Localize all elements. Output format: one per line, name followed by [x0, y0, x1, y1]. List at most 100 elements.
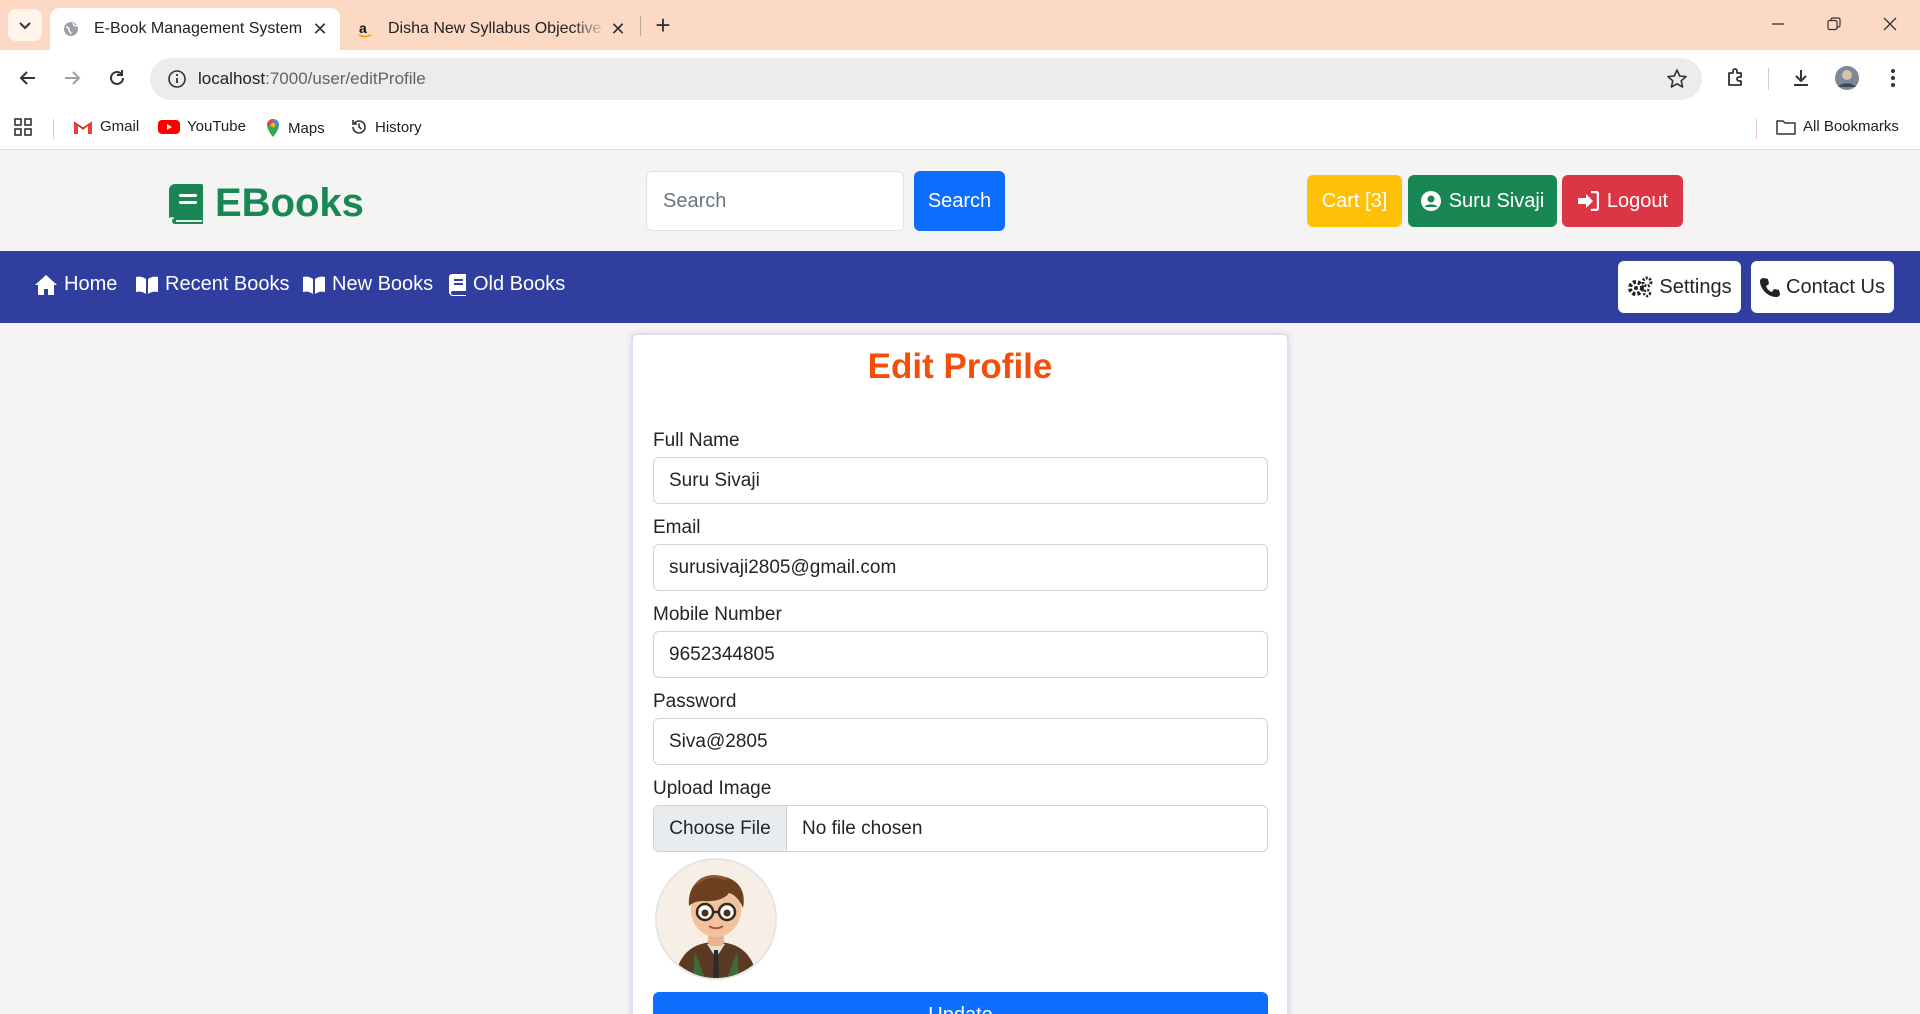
password-field[interactable]: Siva@2805	[653, 718, 1268, 765]
browser-tabstrip: E-Book Management System ✕ a Disha New S…	[0, 0, 1920, 50]
logout-button[interactable]: Logout	[1562, 175, 1683, 227]
menu-kebab-icon[interactable]	[1878, 63, 1908, 93]
search-input[interactable]	[646, 171, 904, 231]
main-navbar: Home Recent Books New Books Old Books Se…	[0, 251, 1920, 323]
folder-icon	[1776, 119, 1796, 135]
globe-icon	[62, 20, 80, 38]
sign-in-arrow-icon	[1577, 191, 1599, 211]
tab-ebook-management[interactable]: E-Book Management System ✕	[50, 8, 340, 50]
nav-recent-books[interactable]: Recent Books	[135, 273, 290, 296]
upload-image-label: Upload Image	[653, 778, 772, 799]
bookmark-label: Gmail	[100, 118, 140, 135]
minimize-button[interactable]	[1750, 0, 1806, 48]
forward-button[interactable]	[56, 62, 88, 94]
back-button[interactable]	[12, 62, 44, 94]
close-tab-icon[interactable]: ✕	[308, 17, 332, 41]
contact-us-button[interactable]: Contact Us	[1751, 261, 1894, 313]
minimize-icon	[1772, 23, 1784, 25]
close-icon	[1883, 17, 1897, 31]
all-bookmarks-button[interactable]: All Bookmarks	[1776, 118, 1899, 135]
bookmark-label: History	[375, 118, 422, 136]
reload-button[interactable]	[101, 62, 133, 94]
update-button[interactable]: Update	[653, 992, 1268, 1014]
nav-home[interactable]: Home	[34, 273, 117, 296]
book-icon	[449, 273, 466, 296]
history-icon	[352, 120, 366, 134]
chevron-down-icon	[19, 22, 31, 30]
extensions-icon[interactable]	[1721, 63, 1751, 93]
restore-button[interactable]	[1806, 0, 1862, 48]
contact-label: Contact Us	[1786, 275, 1885, 298]
page-title: Edit Profile	[867, 347, 1053, 386]
bookmark-separator	[1756, 119, 1757, 139]
nav-label: New Books	[332, 273, 434, 295]
gmail-icon	[73, 121, 93, 134]
cart-button[interactable]: Cart [3]	[1307, 175, 1402, 227]
mobile-field[interactable]: 9652344805	[653, 631, 1268, 678]
browser-toolbar: localhost:7000/user/editProfile	[0, 50, 1920, 107]
apps-grid-button[interactable]	[14, 118, 32, 136]
search-button[interactable]: Search	[914, 171, 1005, 231]
choose-file-button[interactable]: Choose File	[654, 806, 787, 851]
url-path: :7000/user/editProfile	[265, 69, 426, 88]
home-icon	[35, 274, 57, 295]
bookmark-separator	[53, 119, 54, 139]
arrow-right-icon	[65, 71, 81, 85]
address-bar[interactable]: localhost:7000/user/editProfile	[150, 58, 1702, 100]
all-bookmarks-label: All Bookmarks	[1803, 118, 1899, 135]
site-logo[interactable]: EBooks	[169, 181, 364, 226]
bookmark-history[interactable]: History	[350, 118, 422, 136]
settings-button[interactable]: Settings	[1618, 261, 1741, 313]
settings-label: Settings	[1659, 275, 1732, 298]
youtube-icon	[158, 119, 180, 134]
fullname-field[interactable]: Suru Sivaji	[653, 457, 1268, 504]
arrow-left-icon	[19, 71, 35, 85]
tab-title: E-Book Management System	[94, 20, 303, 37]
image-file-input[interactable]: Choose File No file chosen	[653, 805, 1268, 852]
tab-title: Disha New Syllabus Objective NCERT	[388, 20, 606, 37]
user-circle-icon	[1420, 191, 1441, 211]
site-info-icon[interactable]	[156, 69, 198, 89]
close-tab-icon[interactable]: ✕	[606, 17, 630, 41]
user-profile-button[interactable]: Suru Sivaji	[1408, 175, 1557, 227]
logout-label: Logout	[1606, 189, 1669, 212]
tab-separator	[640, 16, 641, 36]
restore-icon	[1827, 17, 1841, 31]
bookmarks-bar: Gmail YouTube Maps History All Bookmarks	[0, 107, 1920, 150]
fullname-label: Full Name	[653, 430, 740, 451]
new-tab-button[interactable]: +	[648, 10, 678, 40]
nav-new-books[interactable]: New Books	[302, 273, 433, 296]
url-text: localhost:7000/user/editProfile	[198, 69, 426, 89]
bookmark-maps[interactable]: Maps	[265, 118, 325, 138]
nav-old-books[interactable]: Old Books	[449, 273, 565, 296]
cartoon-boy-avatar-icon	[657, 860, 775, 978]
bookmark-youtube[interactable]: YouTube	[158, 118, 246, 135]
download-icon[interactable]	[1786, 63, 1816, 93]
bookmark-label: YouTube	[187, 118, 246, 135]
file-status-text: No file chosen	[802, 817, 923, 839]
bookmark-gmail[interactable]: Gmail	[73, 118, 139, 135]
maps-pin-icon	[267, 119, 279, 137]
edit-profile-card: Edit Profile Full Name Suru Sivaji Email…	[631, 333, 1289, 1014]
mobile-label: Mobile Number	[653, 604, 782, 625]
apps-grid-icon	[14, 118, 32, 136]
url-host: localhost	[198, 69, 266, 88]
profile-avatar-image	[655, 858, 777, 980]
phone-icon	[1760, 278, 1781, 297]
tab-search-button[interactable]	[8, 9, 42, 41]
profile-avatar-icon[interactable]	[1832, 63, 1862, 93]
email-label: Email	[653, 517, 701, 538]
bookmark-star-icon[interactable]	[1666, 68, 1688, 95]
gears-icon	[1628, 276, 1653, 298]
password-label: Password	[653, 691, 737, 712]
close-window-button[interactable]	[1862, 0, 1918, 48]
email-field[interactable]: surusivaji2805@gmail.com	[653, 544, 1268, 591]
open-book-icon	[136, 276, 158, 294]
nav-label: Old Books	[473, 273, 566, 295]
tab-disha-syllabus[interactable]: a Disha New Syllabus Objective NCERT ✕	[348, 8, 638, 50]
nav-label: Recent Books	[165, 273, 290, 295]
reload-icon	[110, 70, 124, 85]
site-header: EBooks Search Cart [3] Suru Sivaji Logou…	[0, 151, 1920, 251]
toolbar-separator	[1768, 68, 1769, 90]
user-name-label: Suru Sivaji	[1448, 189, 1545, 212]
